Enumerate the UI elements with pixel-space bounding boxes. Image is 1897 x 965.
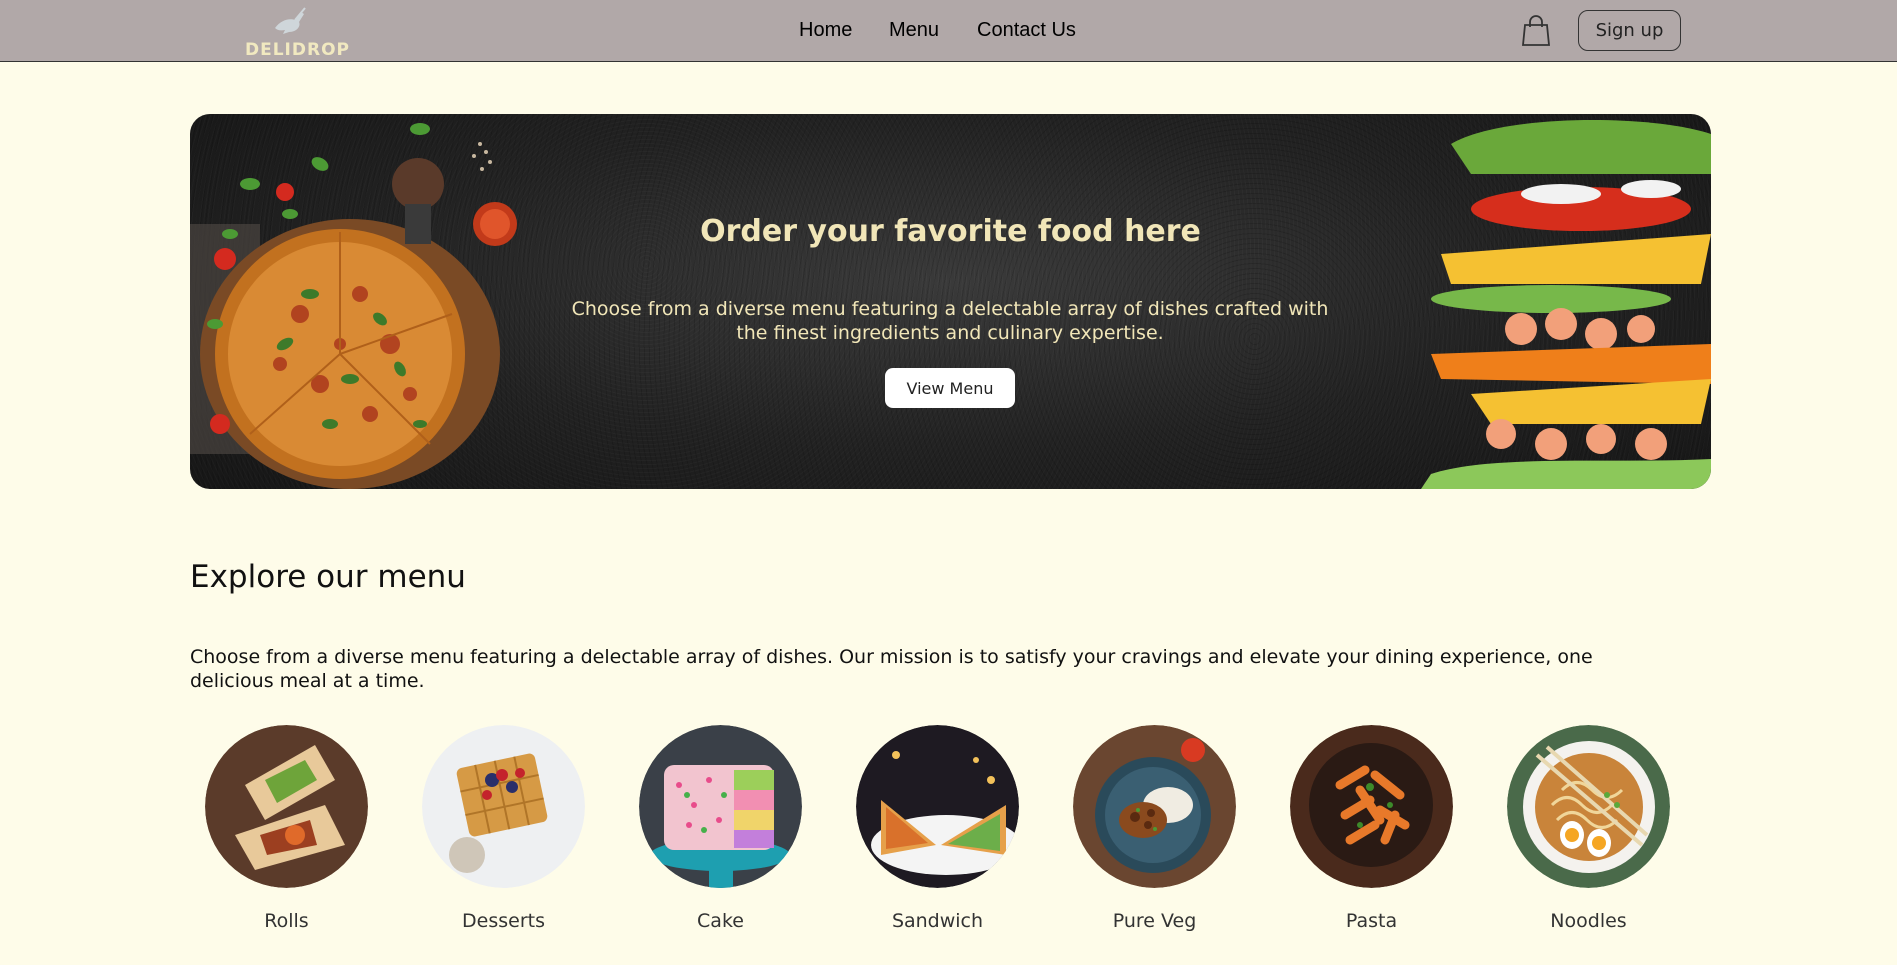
menu-category-label: Noodles <box>1550 910 1627 932</box>
menu-category-label: Pasta <box>1345 910 1398 932</box>
hero-description: Choose from a diverse menu featuring a d… <box>571 298 1329 344</box>
pasta-image <box>1290 725 1453 888</box>
pizza-image <box>190 123 517 489</box>
sandwich-image <box>1421 120 1711 489</box>
pure-veg-image <box>1073 725 1236 888</box>
menu-category-pure-veg[interactable]: Pure Veg <box>1028 725 1248 945</box>
rolls-image <box>205 725 368 888</box>
menu-category-desserts[interactable]: Desserts <box>377 725 597 945</box>
explore-menu-description: Choose from a diverse menu featuring a d… <box>190 646 1593 692</box>
hero-banner: Order your favorite food here Choose fro… <box>190 114 1711 489</box>
sandwich-image <box>856 725 1019 888</box>
menu-category-noodles[interactable]: Noodles <box>1462 725 1682 945</box>
menu-category-label: Cake <box>697 910 744 932</box>
shopping-bag-icon[interactable] <box>1521 15 1551 47</box>
hero-title: Order your favorite food here <box>700 214 1201 249</box>
menu-category-list: Rolls Desserts Cake Sandwich Pure Veg Pa… <box>0 725 1897 945</box>
cake-image <box>639 725 802 888</box>
nav-home-link[interactable]: Home <box>799 19 852 42</box>
menu-category-pasta[interactable]: Pasta <box>1245 725 1465 945</box>
nav-contact-link[interactable]: Contact Us <box>977 19 1076 42</box>
menu-category-sandwich[interactable]: Sandwich <box>811 725 1031 945</box>
nav-menu-link[interactable]: Menu <box>889 19 939 42</box>
explore-menu-title: Explore our menu <box>190 559 466 595</box>
menu-category-label: Pure Veg <box>1112 910 1197 932</box>
navbar: DELIDROP Home Menu Contact Us Sign up <box>0 0 1897 62</box>
menu-category-rolls[interactable]: Rolls <box>160 725 380 945</box>
menu-category-label: Sandwich <box>891 910 984 932</box>
menu-category-label: Desserts <box>462 910 545 932</box>
menu-category-cake[interactable]: Cake <box>594 725 814 945</box>
desserts-image <box>422 725 585 888</box>
view-menu-button[interactable]: View Menu <box>885 368 1015 408</box>
noodles-image <box>1507 725 1670 888</box>
menu-category-label: Rolls <box>264 910 309 932</box>
signup-button[interactable]: Sign up <box>1578 10 1681 51</box>
